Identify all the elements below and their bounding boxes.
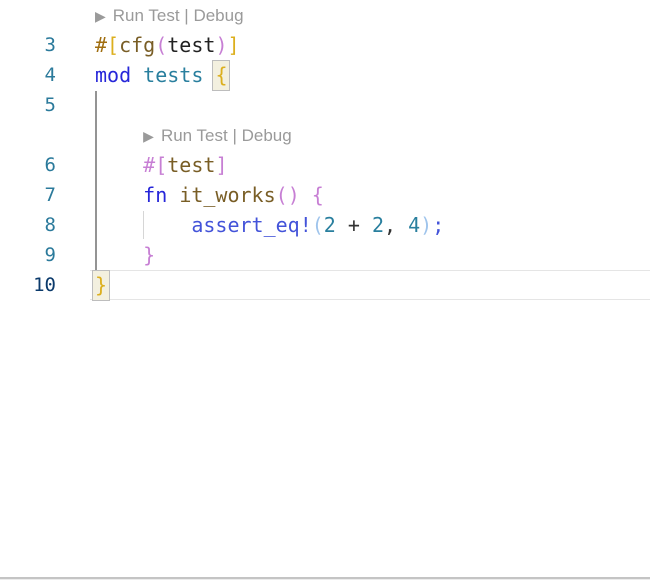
- bracket-match: {: [212, 60, 231, 91]
- code-token: test: [167, 33, 216, 57]
- codelens-separator: |: [184, 6, 189, 25]
- code-token: +: [347, 213, 360, 237]
- codelens-debug-link[interactable]: Debug: [242, 126, 292, 145]
- bracket-match: }: [91, 270, 111, 301]
- code-token: tests: [143, 63, 204, 87]
- code-line-content[interactable]: assert_eq!(2 + 2, 4);: [95, 210, 444, 240]
- code-token: ,: [384, 213, 397, 237]
- code-token: ): [287, 183, 300, 207]
- code-token: {: [311, 183, 324, 207]
- codelens-row: ▶ Run Test | Debug: [0, 0, 650, 30]
- code-line[interactable]: 10}: [0, 270, 650, 301]
- code-token: [: [155, 153, 168, 177]
- run-test-play-icon: ▶: [143, 128, 154, 144]
- codelens-run-test-link[interactable]: Run Test: [161, 126, 228, 145]
- code-token: ): [215, 33, 228, 57]
- code-line-content[interactable]: #[test]: [95, 150, 227, 180]
- code-token: (: [275, 183, 288, 207]
- code-token: }: [143, 243, 156, 267]
- code-line[interactable]: 7 fn it_works() {: [0, 180, 650, 210]
- codelens-run-test-link[interactable]: Run Test: [113, 6, 180, 25]
- code-token: ): [420, 213, 433, 237]
- code-token: 2: [371, 213, 385, 237]
- line-number-active[interactable]: 10: [0, 270, 56, 300]
- code-line[interactable]: 8 assert_eq!(2 + 2, 4);: [0, 210, 650, 240]
- code-token: mod: [95, 63, 132, 87]
- line-number[interactable]: 5: [0, 90, 56, 120]
- codelens: ▶ Run Test | Debug: [143, 120, 292, 150]
- code-token: ]: [215, 153, 228, 177]
- code-line-content[interactable]: }: [91, 270, 111, 301]
- code-token: #: [143, 153, 156, 177]
- line-number[interactable]: 8: [0, 210, 56, 240]
- code-token: it_works: [179, 183, 276, 207]
- codelens-debug-link[interactable]: Debug: [193, 6, 243, 25]
- code-token: ;: [432, 213, 445, 237]
- code-line-content[interactable]: mod tests {: [95, 60, 231, 91]
- code-token: [: [107, 33, 120, 57]
- code-token: fn: [143, 183, 168, 207]
- code-token: cfg: [119, 33, 156, 57]
- line-number[interactable]: 7: [0, 180, 56, 210]
- line-number[interactable]: 6: [0, 150, 56, 180]
- code-token: assert_eq!: [191, 213, 312, 237]
- run-test-play-icon: ▶: [95, 8, 106, 24]
- code-editor: ▶ Run Test | Debug 3 #[cfg(test)] 4 mod tests…: [0, 0, 650, 580]
- line-number[interactable]: 4: [0, 60, 56, 90]
- code-line-content[interactable]: fn it_works() {: [95, 180, 324, 210]
- code-token: ]: [227, 33, 240, 57]
- code-token: 2: [323, 213, 336, 237]
- code-token: (: [311, 213, 324, 237]
- line-number[interactable]: 3: [0, 30, 56, 60]
- code-line-content[interactable]: }: [95, 240, 155, 270]
- codelens-row: ▶ Run Test | Debug: [0, 120, 650, 150]
- codelens-separator: |: [232, 126, 237, 145]
- code-line[interactable]: 9 }: [0, 240, 650, 270]
- code-line[interactable]: 4 mod tests {: [0, 60, 650, 91]
- code-token: (: [155, 33, 168, 57]
- code-token: 4: [408, 213, 421, 237]
- code-line[interactable]: 6 #[test]: [0, 150, 650, 180]
- code-token: #: [95, 33, 108, 57]
- line-number[interactable]: 9: [0, 240, 56, 270]
- code-line-content[interactable]: #[cfg(test)]: [95, 30, 240, 60]
- code-token: test: [167, 153, 216, 177]
- codelens: ▶ Run Test | Debug: [95, 0, 244, 30]
- code-line[interactable]: 5: [0, 90, 650, 120]
- code-line[interactable]: 3 #[cfg(test)]: [0, 30, 650, 60]
